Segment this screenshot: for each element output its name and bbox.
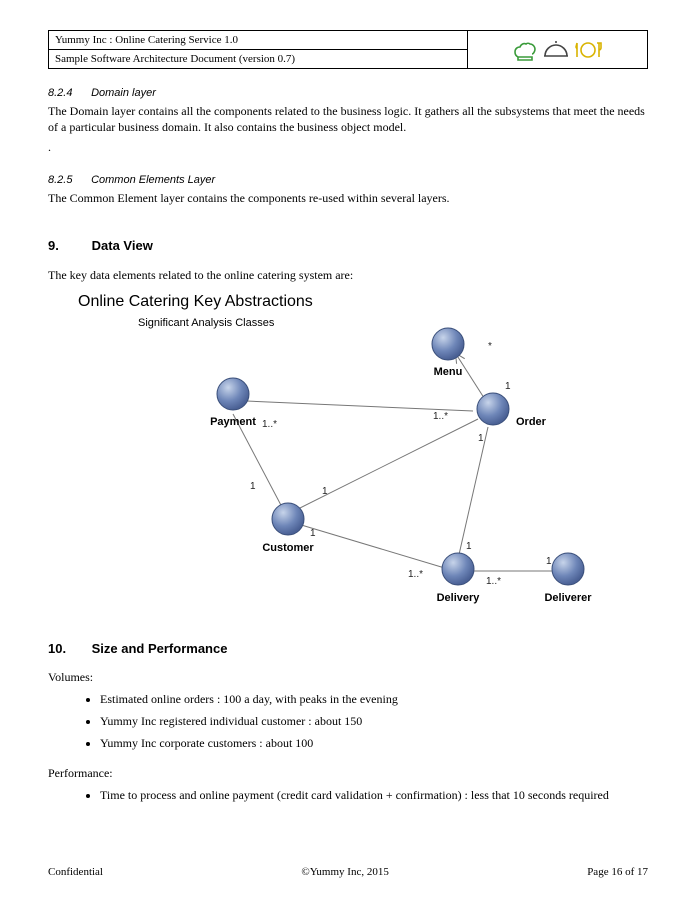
header-title-cell: Yummy Inc : Online Catering Service 1.0 bbox=[49, 31, 468, 50]
header-title: Yummy Inc : Online Catering Service 1.0 bbox=[55, 34, 238, 46]
mult-order-oneStar: 1..* bbox=[433, 411, 448, 422]
section-824-num: 8.2.4 bbox=[48, 87, 88, 99]
stray-dot: . bbox=[48, 139, 648, 155]
section-825-heading: 8.2.5 Common Elements Layer bbox=[48, 174, 648, 186]
mult-menu-one: 1 bbox=[505, 381, 511, 392]
node-deliverer: Deliverer bbox=[544, 553, 592, 604]
mult-cust-order-one: 1 bbox=[322, 486, 328, 497]
node-payment: Payment bbox=[210, 378, 256, 428]
section-9-num: 9. bbox=[48, 238, 88, 253]
mult-order-delivery-one: 1 bbox=[478, 433, 484, 444]
section-10-title: Size and Performance bbox=[92, 641, 228, 656]
section-9-intro: The key data elements related to the onl… bbox=[48, 267, 648, 283]
section-824-heading: 8.2.4 Domain layer bbox=[48, 87, 648, 99]
header-subtitle: Sample Software Architecture Document (v… bbox=[55, 53, 295, 65]
mult-delivery-deliverer: 1..* bbox=[486, 576, 501, 587]
list-item: Time to process and online payment (cred… bbox=[100, 787, 648, 803]
footer-left: Confidential bbox=[48, 866, 103, 878]
volumes-label: Volumes: bbox=[48, 670, 648, 685]
cloche-icon bbox=[541, 39, 571, 61]
node-payment-label: Payment bbox=[210, 416, 256, 428]
node-delivery-label: Delivery bbox=[437, 592, 481, 604]
logo-icons bbox=[512, 43, 604, 55]
list-item: Yummy Inc corporate customers : about 10… bbox=[100, 735, 648, 751]
perf-label: Performance: bbox=[48, 766, 648, 781]
node-menu-label: Menu bbox=[434, 366, 463, 378]
node-order-label: Order bbox=[516, 416, 547, 428]
node-delivery: Delivery bbox=[437, 553, 481, 604]
header-subtitle-cell: Sample Software Architecture Document (v… bbox=[49, 50, 468, 69]
node-customer: Customer bbox=[262, 503, 314, 554]
node-deliverer-label: Deliverer bbox=[544, 592, 592, 604]
section-825-body: The Common Element layer contains the co… bbox=[48, 190, 648, 206]
section-10-heading: 10. Size and Performance bbox=[48, 641, 648, 656]
section-825-num: 8.2.5 bbox=[48, 174, 88, 186]
page: Yummy Inc : Online Catering Service 1.0 bbox=[0, 0, 696, 900]
footer-center: ©Yummy Inc, 2015 bbox=[301, 866, 389, 878]
mult-cust-payment-one: 1 bbox=[250, 481, 256, 492]
section-824-title: Domain layer bbox=[91, 87, 156, 99]
node-customer-label: Customer bbox=[262, 542, 314, 554]
mult-cust-delivery-one: 1 bbox=[310, 528, 316, 539]
footer: Confidential ©Yummy Inc, 2015 Page 16 of… bbox=[48, 866, 648, 878]
chef-hat-icon bbox=[512, 39, 538, 61]
mult-payment-order: 1..* bbox=[262, 419, 277, 430]
section-824-body: The Domain layer contains all the compon… bbox=[48, 103, 648, 135]
mult-menu-star: * bbox=[488, 341, 492, 352]
node-menu: Menu bbox=[432, 328, 464, 378]
section-825-title: Common Elements Layer bbox=[91, 174, 215, 186]
node-order: Order bbox=[477, 393, 547, 428]
mult-delivery-order: 1 bbox=[466, 541, 472, 552]
section-9-heading: 9. Data View bbox=[48, 238, 648, 253]
cutlery-icon bbox=[573, 39, 603, 61]
mult-deliverer-one: 1 bbox=[546, 556, 552, 567]
diagram-container: Online Catering Key Abstractions Signifi… bbox=[78, 293, 648, 609]
header-logo-cell bbox=[468, 31, 648, 69]
footer-right: Page 16 of 17 bbox=[587, 866, 648, 878]
section-10-num: 10. bbox=[48, 641, 88, 656]
uml-diagram: Payment Menu Order Customer Delivery Del… bbox=[78, 309, 618, 609]
perf-list: Time to process and online payment (cred… bbox=[48, 787, 648, 803]
list-item: Yummy Inc registered individual customer… bbox=[100, 713, 648, 729]
header-table: Yummy Inc : Online Catering Service 1.0 bbox=[48, 30, 648, 69]
mult-delivery-cust: 1..* bbox=[408, 569, 423, 580]
section-9-title: Data View bbox=[92, 238, 153, 253]
volumes-list: Estimated online orders : 100 a day, wit… bbox=[48, 691, 648, 752]
list-item: Estimated online orders : 100 a day, wit… bbox=[100, 691, 648, 707]
